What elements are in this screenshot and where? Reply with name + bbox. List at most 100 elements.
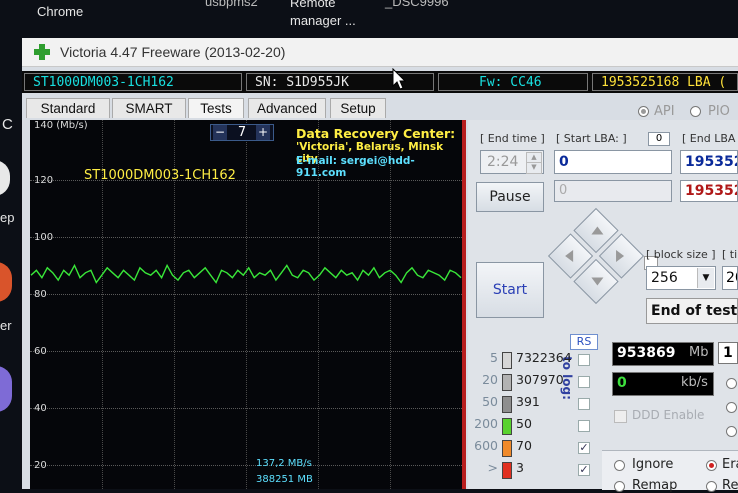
latency-threshold: 50	[482, 394, 498, 409]
block-size-label: [ block size ]	[646, 248, 716, 261]
legend-row: 600 70 ✓	[468, 438, 598, 460]
log-checkbox[interactable]: ✓	[578, 442, 590, 454]
pio-radio[interactable]	[690, 106, 701, 117]
ignore-radio[interactable]	[614, 460, 625, 471]
log-checkbox[interactable]	[578, 398, 590, 410]
block-size-select[interactable]: 256 ▼	[646, 266, 716, 290]
latency-count: 50	[516, 416, 532, 431]
mb-counter: 953869 Mb	[612, 342, 714, 366]
ddd-label: DDD Enable	[632, 408, 705, 422]
speed-graph: 140 (Mb/s) 120 100 80 60 40 20 − 7 + ST1…	[30, 120, 462, 489]
desktop-label-remote-manager[interactable]: Remote manager ...	[290, 0, 360, 30]
end-time-field[interactable]: 2:24 ▲ ▼	[480, 150, 544, 174]
right-counter: 1	[718, 342, 738, 364]
latency-threshold: >	[487, 460, 498, 475]
victoria-window: Victoria 4.47 Freeware (2013-02-20) ST10…	[22, 38, 738, 493]
kbs-counter: 0 kb/s	[612, 372, 714, 396]
erase-radio[interactable]	[706, 460, 717, 471]
timeout-input[interactable]: 20	[722, 266, 738, 290]
latency-color-swatch	[502, 440, 512, 457]
position-readout: 388251 MB	[256, 474, 313, 485]
desktop-label-dsc9996[interactable]: _DSC9996	[385, 0, 449, 9]
pio-label: PIO	[708, 104, 730, 119]
end-lba-input[interactable]: 195352	[680, 150, 738, 174]
remap-radio[interactable]	[614, 481, 625, 492]
title-bar[interactable]: Victoria 4.47 Freeware (2013-02-20)	[22, 38, 738, 67]
mb-unit: Mb	[689, 345, 709, 360]
arrow-up-icon	[591, 226, 604, 235]
log-checkbox[interactable]	[578, 376, 590, 388]
ignore-label: Ignore	[632, 457, 674, 472]
direction-pad	[545, 205, 647, 307]
end-of-test-select[interactable]: End of test	[646, 298, 738, 324]
tab-smart[interactable]: SMART	[112, 98, 186, 118]
mode-radio[interactable]	[726, 426, 737, 437]
chevron-down-icon[interactable]: ▼	[697, 268, 714, 288]
spin-down-icon[interactable]: ▼	[526, 162, 542, 174]
log-checkbox[interactable]: ✓	[578, 464, 590, 476]
desktop-label-chrome[interactable]: Chrome	[37, 4, 83, 19]
latency-count: 3	[516, 460, 524, 475]
latency-count: 391	[516, 394, 540, 409]
restore-radio[interactable]	[706, 481, 717, 492]
latency-count: 307970	[516, 372, 564, 387]
legend-row: 50 391	[468, 394, 598, 416]
legend-row: 5 7322364	[468, 350, 598, 372]
timeout-label: [ ti	[722, 248, 738, 261]
current-lba-field: 0	[554, 180, 672, 202]
latency-threshold: 200	[474, 416, 498, 431]
drive-model: ST1000DM003-1CH162	[24, 73, 242, 91]
end-lba-label: [ End LBA	[682, 132, 736, 145]
remap-label: Remap	[632, 478, 678, 493]
end-time-value: 2:24	[487, 154, 519, 170]
start-button[interactable]: Start	[476, 262, 544, 318]
tab-tests[interactable]: Tests	[188, 98, 244, 118]
latency-legend: RS to log: 5 7322364 20 307970 50 391 200 50 600…	[468, 332, 602, 489]
desktop-app-icon[interactable]	[0, 262, 12, 302]
log-checkbox[interactable]	[578, 354, 590, 366]
latency-color-swatch	[502, 352, 512, 369]
mouse-cursor-icon	[392, 68, 406, 90]
drive-firmware: Fw: CC46	[438, 73, 588, 91]
latency-threshold: 5	[490, 350, 498, 365]
window-title: Victoria 4.47 Freeware (2013-02-20)	[60, 44, 286, 60]
graph-divider	[462, 120, 466, 489]
legend-row: 20 307970	[468, 372, 598, 394]
log-checkbox[interactable]	[578, 420, 590, 432]
control-panel: [ End time ] 2:24 ▲ ▼ [ Start LBA: ] 0 0…	[468, 120, 738, 489]
repair-mode-group: Ignore Era Remap Re	[602, 450, 738, 493]
rs-button[interactable]: RS	[570, 334, 598, 350]
desktop-app-icon[interactable]	[0, 366, 12, 412]
mode-radio[interactable]	[726, 378, 737, 389]
app-cross-icon	[34, 44, 50, 60]
desktop-label-usbpms2[interactable]: usbpms2	[205, 0, 258, 9]
mb-value: 953869	[617, 345, 676, 361]
desktop-side-label: ep	[0, 210, 15, 225]
speed-trace-line	[30, 263, 462, 284]
legend-row: 200 50	[468, 416, 598, 438]
tab-advanced[interactable]: Advanced	[248, 98, 326, 118]
kbs-unit: kb/s	[681, 375, 708, 390]
restore-label: Re	[722, 478, 738, 493]
drive-info-bar: ST1000DM003-1CH162 SN: S1D955JK Fw: CC46…	[22, 71, 738, 93]
ddd-checkbox[interactable]	[614, 410, 627, 423]
arrow-right-icon	[616, 250, 625, 262]
latency-color-swatch	[502, 418, 512, 435]
arrow-down-icon	[591, 277, 604, 286]
start-lba-label: [ Start LBA: ]	[556, 132, 627, 145]
end-time-label: [ End time ]	[480, 132, 545, 145]
kbs-value: 0	[617, 375, 627, 391]
erase-label: Era	[722, 457, 738, 472]
desktop-side-label: C	[2, 116, 13, 133]
latency-count: 7322364	[516, 350, 572, 365]
start-lba-input[interactable]: 0	[554, 150, 672, 174]
tab-standard[interactable]: Standard	[26, 98, 110, 118]
speed-trace	[30, 263, 462, 284]
api-radio[interactable]	[638, 106, 649, 117]
mode-radio[interactable]	[726, 402, 737, 413]
desktop-app-icon[interactable]	[0, 160, 10, 196]
latency-color-swatch	[502, 396, 512, 413]
latency-threshold: 600	[474, 438, 498, 453]
pause-button[interactable]: Pause	[476, 182, 544, 212]
tab-setup[interactable]: Setup	[330, 98, 386, 118]
